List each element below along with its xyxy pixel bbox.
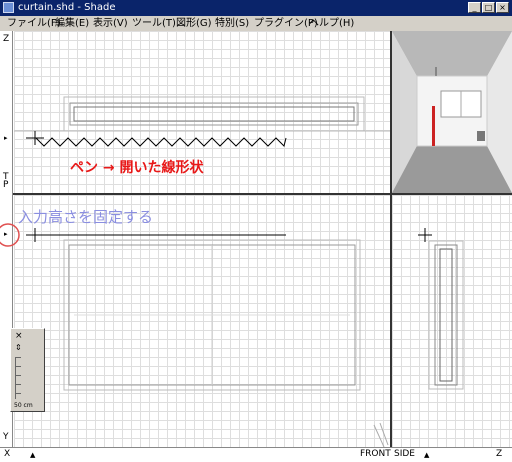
perspective-drawing — [392, 31, 512, 193]
palette-arrows-icon[interactable]: ⇕ — [15, 343, 22, 352]
ruler-marker-x[interactable]: ▲ — [30, 451, 35, 459]
palette-scale-label: 50 cm — [14, 402, 33, 409]
front-view-label: FRONT — [360, 449, 391, 459]
ruler-marker-top[interactable]: ▸ — [4, 134, 8, 142]
viewport-divider-vertical[interactable] — [390, 31, 392, 447]
front-view[interactable] — [14, 195, 390, 447]
menu-special[interactable]: 特別(S) — [215, 17, 249, 30]
front-view-drawing — [26, 228, 389, 447]
window-title: curtain.shd - Shade — [18, 2, 116, 13]
ruler-x-label: X — [4, 449, 11, 459]
title-bar: curtain.shd - Shade _ □ × — [0, 0, 512, 16]
menu-view[interactable]: 表示(V) — [93, 17, 128, 30]
input-height-caption: 入力高さを固定する — [18, 208, 154, 226]
palette-close-icon[interactable]: × — [15, 331, 23, 341]
minimize-button[interactable]: _ — [468, 2, 481, 13]
tool-palette[interactable]: × ⇕ 50 cm — [10, 328, 45, 412]
menu-help[interactable]: ヘルプ(H) — [309, 17, 354, 30]
palette-scale-bar — [15, 357, 42, 399]
ruler-y-label: Y — [3, 432, 9, 442]
viewport-divider-horizontal[interactable] — [13, 193, 512, 195]
ruler-marker-side[interactable]: ▲ — [424, 451, 429, 459]
menu-bar: ファイル(F) 編集(E) 表示(V) ツール(T) 図形(G) 特別(S) プ… — [0, 16, 512, 31]
menu-edit[interactable]: 編集(E) — [55, 17, 89, 30]
menu-shape[interactable]: 図形(G) — [176, 17, 212, 30]
ruler-z-label: Z — [3, 34, 10, 44]
app-icon[interactable] — [3, 2, 14, 13]
menu-tool[interactable]: ツール(T) — [132, 17, 176, 30]
pen-caption: ペン → 開いた線形状 — [70, 160, 204, 176]
close-button[interactable]: × — [496, 2, 509, 13]
side-view[interactable] — [392, 195, 512, 447]
ruler-z-bottom-label: Z — [496, 449, 503, 459]
menu-file[interactable]: ファイル(F) — [7, 17, 61, 30]
side-view-label: SIDE — [394, 449, 415, 459]
maximize-button[interactable]: □ — [482, 2, 495, 13]
perspective-view[interactable] — [392, 31, 512, 193]
highlight-circle — [0, 223, 20, 247]
bottom-ruler[interactable]: X ▲ FRONT SIDE ▲ Z — [0, 447, 512, 462]
side-view-drawing — [418, 228, 464, 390]
ruler-p-label: P — [3, 180, 9, 190]
